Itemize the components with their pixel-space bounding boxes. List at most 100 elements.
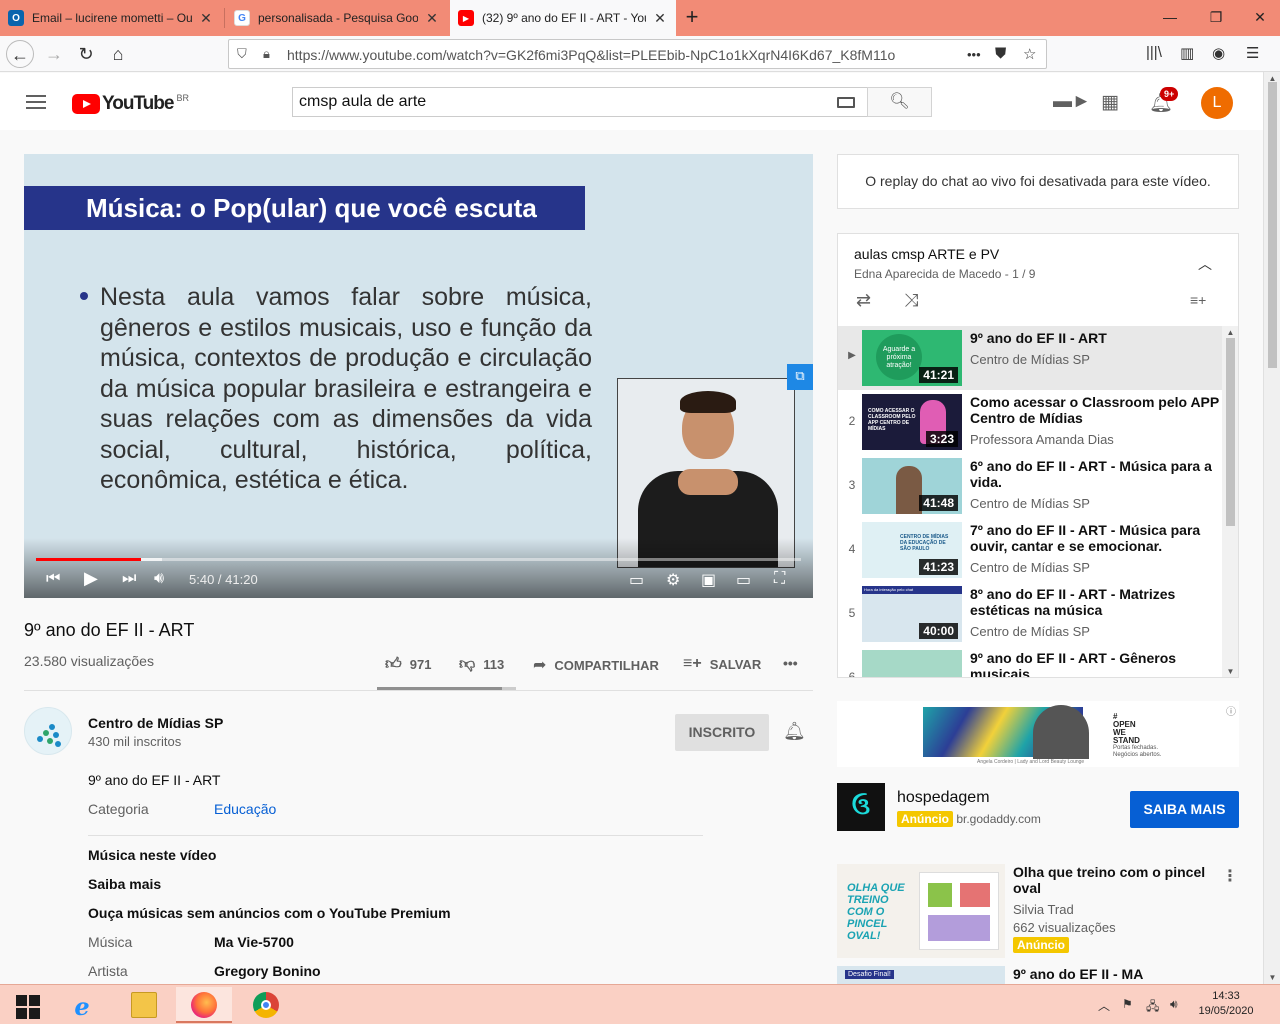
volume-tray-icon[interactable]: 🔊︎ (1170, 997, 1178, 1012)
playlist-thumbnail[interactable]: COMO ACESSAR O CLASSROOM PELO APP CENTRO… (862, 394, 962, 450)
notification-bell-icon[interactable]: 🔔︎ (783, 721, 806, 742)
channel-name[interactable]: Centro de Mídias SP (88, 715, 223, 731)
scrollbar-thumb[interactable] (1268, 82, 1277, 368)
chrome-app[interactable] (238, 987, 294, 1023)
account-icon[interactable]: ◉ (1212, 44, 1225, 62)
library-icon[interactable]: |||\ (1146, 44, 1162, 61)
action-flag-icon[interactable]: ⚑ (1122, 997, 1133, 1011)
scrollbar-thumb[interactable] (1226, 338, 1235, 526)
playlist-thumbnail[interactable] (862, 650, 962, 677)
dislike-button[interactable]: 👎︎ 113 (459, 655, 504, 674)
picture-in-picture-icon[interactable]: ⧉ (787, 364, 813, 390)
theater-mode-icon[interactable]: ▭ (736, 570, 751, 590)
playlist-thumbnail[interactable]: Aguarde a próxima atração! 41:21 (862, 330, 962, 386)
browser-tab-youtube[interactable]: ▶ (32) 9º ano do EF II - ART - You ✕ (450, 0, 676, 36)
learn-more-button[interactable]: SAIBA MAIS (1130, 791, 1239, 828)
system-clock[interactable]: 14:33 19/05/2020 (1196, 989, 1256, 1019)
recommendation-thumbnail[interactable]: OLHA QUE TREINO COM O PINCEL OVAL! (837, 864, 1005, 958)
url-text[interactable]: https://www.youtube.com/watch?v=GK2f6mi3… (287, 47, 895, 63)
reload-button[interactable]: ↻ (72, 40, 100, 68)
banner-ad[interactable]: # OPEN WE STAND Portas fechadas. Negócio… (837, 701, 1239, 767)
apps-grid-icon[interactable]: ▦ (1101, 91, 1119, 114)
recommendation-title[interactable]: Olha que treino com o pincel oval (1013, 864, 1213, 896)
close-window-button[interactable]: ✕ (1238, 0, 1280, 36)
recommendation-thumbnail[interactable]: Desafio Final! (837, 966, 1005, 984)
channel-avatar[interactable] (24, 707, 72, 755)
menu-icon[interactable]: ☰ (1246, 44, 1259, 62)
next-icon[interactable]: ⏭ (122, 570, 136, 588)
scroll-up-icon[interactable]: ▲ (1222, 328, 1238, 337)
url-bar[interactable]: ⛉ 🔒︎ https://www.youtube.com/watch?v=GK2… (228, 39, 1047, 69)
previous-icon[interactable]: ⏮ (46, 570, 60, 588)
godaddy-logo-icon[interactable]: ઉ (837, 783, 885, 831)
playlist-item[interactable]: 3 41:48 6º ano do EF II - ART - Música p… (838, 454, 1222, 518)
ad-info-icon[interactable]: ⓘ (1226, 703, 1236, 718)
sidebar-icon[interactable]: ▥ (1180, 44, 1194, 62)
subscribe-button[interactable]: INSCRITO (675, 714, 769, 751)
file-explorer-app[interactable] (116, 987, 172, 1023)
avatar[interactable]: L (1201, 87, 1233, 119)
play-icon[interactable]: ▶ (84, 568, 98, 589)
playlist-item[interactable]: 2 COMO ACESSAR O CLASSROOM PELO APP CENT… (838, 390, 1222, 454)
keyboard-icon[interactable] (837, 97, 855, 108)
learn-more-link[interactable]: Saiba mais (88, 876, 161, 892)
guide-menu-icon[interactable] (26, 95, 46, 113)
start-button[interactable] (0, 987, 56, 1023)
volume-icon[interactable]: 🔊︎ (154, 570, 164, 588)
fullscreen-icon[interactable]: ⛶ (774, 570, 785, 588)
minimize-button[interactable]: — (1148, 0, 1192, 36)
playlist-scrollbar[interactable]: ▲ ▼ (1222, 326, 1238, 677)
tray-chevron-icon[interactable]: ︿ (1098, 997, 1110, 1014)
search-input[interactable] (293, 88, 813, 116)
shield-icon[interactable]: ⛉ (237, 46, 247, 62)
shuffle-icon[interactable]: ⤨ (904, 290, 918, 311)
browser-tab-email[interactable]: O Email – lucirene mometti – Out ✕ (0, 0, 222, 36)
save-button[interactable]: ≡+ SALVAR (683, 655, 761, 673)
home-button[interactable]: ⌂ (104, 40, 132, 68)
bookmark-star-icon[interactable]: ☆ (1023, 45, 1036, 63)
internet-explorer-app[interactable]: e (54, 987, 110, 1023)
scroll-down-icon[interactable]: ▼ (1222, 667, 1238, 676)
playlist-item[interactable]: ▶ Aguarde a próxima atração! 41:21 9º an… (838, 326, 1222, 390)
more-actions-button[interactable]: ••• (783, 655, 798, 671)
back-button[interactable]: ← (6, 40, 34, 68)
playlist-thumbnail[interactable]: 41:48 (862, 458, 962, 514)
close-icon[interactable]: ✕ (652, 10, 668, 27)
network-icon[interactable]: 🖧︎ (1146, 997, 1159, 1018)
premium-link[interactable]: Ouça músicas sem anúncios com o YouTube … (88, 905, 451, 921)
close-icon[interactable]: ✕ (424, 10, 440, 27)
settings-gear-icon[interactable]: ⚙ (666, 570, 680, 590)
playlist-item[interactable]: 6 9º ano do EF II - ART - Gêneros musica… (838, 646, 1222, 677)
miniplayer-icon[interactable]: ▣ (701, 570, 716, 590)
restore-button[interactable]: ❐ (1194, 0, 1238, 36)
youtube-logo[interactable]: YouTube BR (72, 93, 189, 115)
more-vert-icon[interactable]: ⋮ (1222, 866, 1238, 886)
pocket-icon[interactable]: ⛊ (995, 45, 1006, 62)
playlist-item[interactable]: 5 Hora da interação pelo chat 40:00 8º a… (838, 582, 1222, 646)
video-player[interactable]: Música: o Pop(ular) que você escuta Nest… (24, 154, 813, 598)
loop-icon[interactable]: ⇄ (856, 290, 871, 311)
ad-title[interactable]: hospedagem (897, 789, 990, 807)
playlist-title[interactable]: aulas cmsp ARTE e PV (854, 246, 999, 262)
create-video-icon[interactable]: ▬► (1053, 91, 1091, 113)
playlist-thumbnail[interactable]: Hora da interação pelo chat 40:00 (862, 586, 962, 642)
add-to-playlist-icon[interactable]: ≡+ (1190, 292, 1206, 308)
playlist-owner[interactable]: Edna Aparecida de Macedo (854, 267, 1001, 281)
browser-tab-google[interactable]: G personalisada - Pesquisa Googl ✕ (226, 0, 448, 36)
search-box[interactable] (292, 87, 868, 117)
category-link[interactable]: Educação (214, 801, 276, 817)
new-tab-button[interactable]: + (678, 4, 706, 32)
forward-button[interactable]: → (40, 40, 68, 68)
collapse-chevron-icon[interactable]: ︿ (1198, 254, 1212, 274)
close-icon[interactable]: ✕ (198, 10, 214, 27)
share-button[interactable]: ➦ COMPARTILHAR (533, 655, 659, 675)
subtitles-icon[interactable]: ▭ (629, 570, 644, 590)
scroll-down-icon[interactable]: ▼ (1264, 973, 1280, 982)
playlist-item[interactable]: 4 CENTRO DE MÍDIAS DA EDUCAÇÃO DE SÃO PA… (838, 518, 1222, 582)
firefox-app[interactable] (176, 987, 232, 1023)
search-button[interactable]: 🔍︎ (867, 87, 932, 117)
page-actions-button[interactable]: ••• (967, 47, 981, 62)
like-button[interactable]: 👍︎ 971 (385, 655, 431, 674)
lock-icon[interactable]: 🔒︎ (263, 46, 270, 62)
playlist-thumbnail[interactable]: CENTRO DE MÍDIAS DA EDUCAÇÃO DE SÃO PAUL… (862, 522, 962, 578)
